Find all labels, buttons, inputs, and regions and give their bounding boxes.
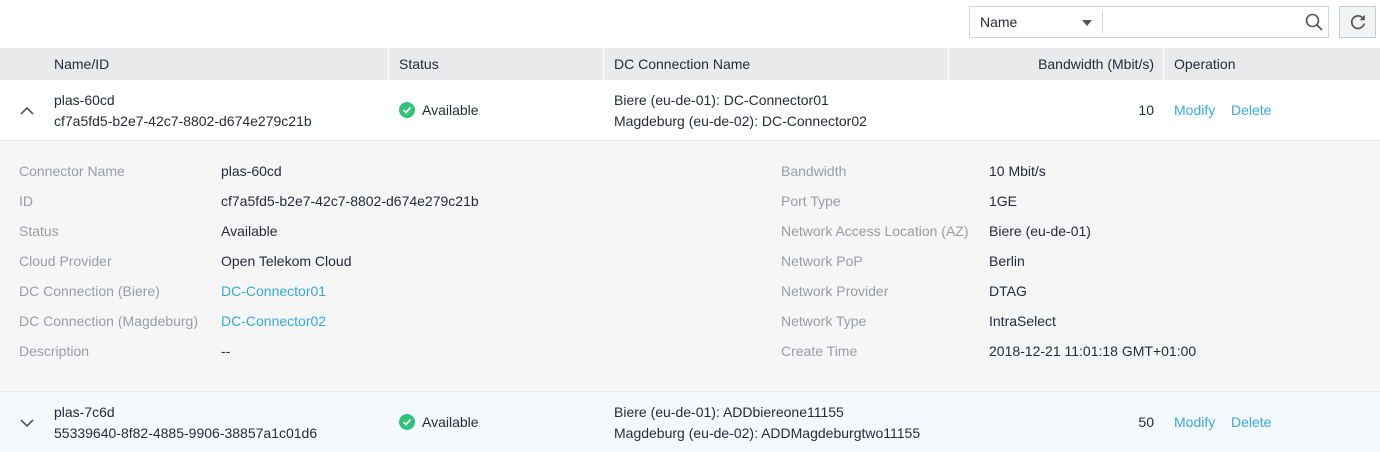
detail-value: -- bbox=[221, 343, 231, 359]
search-filter: Name bbox=[969, 6, 1329, 38]
dc-connector-link[interactable]: DC-Connector02 bbox=[221, 311, 326, 331]
detail-value: Available bbox=[221, 223, 278, 239]
detail-value: 10 Mbit/s bbox=[989, 163, 1046, 179]
detail-label: Network Access Location (AZ) bbox=[781, 223, 969, 239]
column-divider bbox=[1163, 48, 1164, 80]
filter-field-label: Name bbox=[980, 14, 1018, 30]
connection-id: 55339640-8f82-4885-9906-38857a1c01d6 bbox=[54, 425, 318, 441]
delete-link[interactable]: Delete bbox=[1231, 412, 1271, 432]
detail-label: DC Connection (Magdeburg) bbox=[19, 313, 198, 329]
bandwidth-value: 50 bbox=[1138, 414, 1154, 430]
table-row: plas-7c6d 55339640-8f82-4885-9906-38857a… bbox=[0, 392, 1380, 452]
search-icon bbox=[1305, 13, 1323, 31]
column-divider bbox=[948, 48, 949, 80]
connection-name: plas-60cd bbox=[54, 92, 115, 108]
dc-connection-line: Magdeburg (eu-de-02): ADDMagdeburgtwo111… bbox=[614, 425, 921, 441]
connection-id: cf7a5fd5-b2e7-42c7-8802-d674e279c21b bbox=[54, 113, 312, 129]
delete-link[interactable]: Delete bbox=[1231, 100, 1271, 120]
detail-label: DC Connection (Biere) bbox=[19, 283, 160, 299]
dc-connector-link[interactable]: DC-Connector01 bbox=[221, 281, 326, 301]
connection-name: plas-7c6d bbox=[54, 404, 115, 420]
detail-label: Network Provider bbox=[781, 283, 889, 299]
detail-panel: Connector Name plas-60cd ID cf7a5fd5-b2e… bbox=[0, 141, 1380, 392]
bandwidth-value: 10 bbox=[1138, 102, 1154, 118]
column-divider bbox=[603, 48, 604, 80]
detail-value: Biere (eu-de-01) bbox=[989, 223, 1091, 239]
detail-value: cf7a5fd5-b2e7-42c7-8802-d674e279c21b bbox=[221, 193, 479, 209]
column-header-operation: Operation bbox=[1174, 56, 1236, 72]
detail-label: Port Type bbox=[781, 193, 841, 209]
column-header-bandwidth[interactable]: Bandwidth (Mbit/s) bbox=[1038, 48, 1154, 80]
refresh-icon bbox=[1350, 14, 1365, 30]
detail-label: Connector Name bbox=[19, 163, 125, 179]
detail-value: Berlin bbox=[989, 253, 1025, 269]
chevron-up-icon[interactable] bbox=[18, 102, 36, 120]
toolbar: Name bbox=[0, 0, 1380, 48]
detail-value: 2018-12-21 11:01:18 GMT+01:00 bbox=[989, 343, 1197, 359]
detail-value: IntraSelect bbox=[989, 313, 1056, 329]
detail-label: Network PoP bbox=[781, 253, 863, 269]
status-cell: Available bbox=[399, 100, 479, 120]
detail-label: Cloud Provider bbox=[19, 253, 112, 269]
column-header-status[interactable]: Status bbox=[399, 48, 439, 80]
detail-label: Status bbox=[19, 223, 59, 239]
detail-label: Description bbox=[19, 343, 90, 359]
column-divider bbox=[388, 48, 389, 80]
column-header-dc-connection-name[interactable]: DC Connection Name bbox=[614, 48, 750, 80]
detail-value: DTAG bbox=[989, 283, 1027, 299]
detail-label: Network Type bbox=[781, 313, 867, 329]
check-circle-icon bbox=[399, 414, 415, 430]
modify-link[interactable]: Modify bbox=[1174, 412, 1215, 432]
status-text: Available bbox=[422, 102, 479, 118]
refresh-button[interactable] bbox=[1339, 6, 1376, 38]
status-text: Available bbox=[422, 414, 479, 430]
detail-label: ID bbox=[19, 193, 33, 209]
filter-field-select[interactable]: Name bbox=[970, 7, 1102, 37]
dc-connection-line: Biere (eu-de-01): ADDbiereone11155 bbox=[614, 404, 844, 420]
detail-label: Bandwidth bbox=[781, 163, 847, 179]
detail-value: plas-60cd bbox=[221, 163, 282, 179]
dc-connection-line: Biere (eu-de-01): DC-Connector01 bbox=[614, 92, 829, 108]
table-header: Name/ID Status DC Connection Name Bandwi… bbox=[0, 48, 1380, 80]
detail-label: Create Time bbox=[781, 343, 858, 359]
dc-connection-line: Magdeburg (eu-de-02): DC-Connector02 bbox=[614, 113, 867, 129]
detail-value: Open Telekom Cloud bbox=[221, 253, 352, 269]
status-cell: Available bbox=[399, 412, 479, 432]
table-row: plas-60cd cf7a5fd5-b2e7-42c7-8802-d674e2… bbox=[0, 80, 1380, 141]
check-circle-icon bbox=[399, 102, 415, 118]
search-input[interactable] bbox=[1102, 7, 1300, 37]
modify-link[interactable]: Modify bbox=[1174, 100, 1215, 120]
detail-value: 1GE bbox=[989, 193, 1018, 209]
caret-down-icon bbox=[1082, 20, 1093, 26]
column-header-name-id[interactable]: Name/ID bbox=[54, 48, 109, 80]
chevron-down-icon[interactable] bbox=[18, 414, 36, 432]
search-button[interactable] bbox=[1300, 7, 1328, 37]
